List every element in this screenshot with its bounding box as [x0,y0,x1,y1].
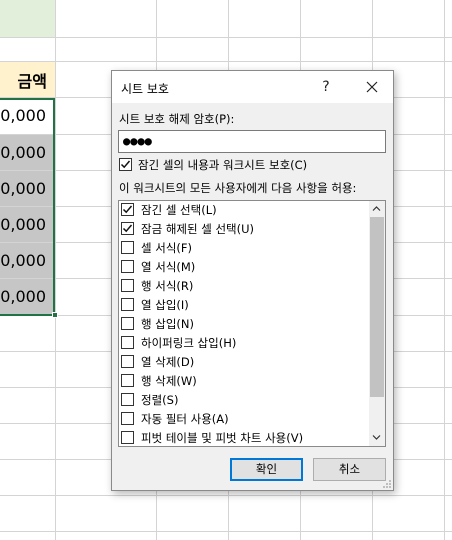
permission-label: 정렬(S) [141,393,179,407]
cancel-button[interactable]: 취소 [313,458,386,481]
scroll-up-button[interactable] [369,201,385,217]
checkmark-icon [122,224,133,233]
permissions-list[interactable]: 잠긴 셀 선택(L) 잠금 해제된 셀 선택(U) 셀 서식(F) 열 서식(M) 행 … [118,200,386,447]
dialog-titlebar[interactable]: 시트 보호 ? [112,71,393,103]
permission-checkbox[interactable] [121,336,134,349]
dialog-title: 시트 보호 [121,82,169,96]
permission-checkbox[interactable] [121,374,134,387]
password-label: 시트 보호 해제 암호(P): [119,112,235,126]
permission-item[interactable]: 열 서식(M) [119,257,369,276]
grid-line [0,37,452,38]
resize-grip-icon[interactable] [382,479,392,489]
permission-checkbox[interactable] [121,222,134,235]
permission-checkbox[interactable] [121,431,134,444]
permission-label: 열 삭제(D) [141,355,195,369]
fill-handle[interactable] [52,312,58,318]
permission-checkbox[interactable] [121,298,134,311]
close-icon [366,81,378,93]
header-cell-amount[interactable]: 금액 [0,61,55,97]
permission-label: 자동 필터 사용(A) [141,412,229,426]
permission-label: 열 서식(M) [141,260,196,274]
password-input[interactable]: ●●●● [118,130,386,153]
checkmark-icon [120,160,131,169]
permission-checkbox[interactable] [121,355,134,368]
permission-label: 행 서식(R) [141,279,194,293]
permission-item[interactable]: 피벗 테이블 및 피벗 차트 사용(V) [119,428,369,446]
permission-item[interactable]: 자동 필터 사용(A) [119,409,369,428]
protect-sheet-dialog: 시트 보호 ? 시트 보호 해제 암호(P): ●●●● 잠긴 셀의 내용과 워… [111,70,394,491]
grid-line [0,61,452,62]
grid-line [0,531,452,532]
ok-button[interactable]: 확인 [230,458,303,481]
permission-item[interactable]: 열 삭제(D) [119,352,369,371]
protect-checkbox-label[interactable]: 잠긴 셀의 내용과 워크시트 보호(C) [138,157,307,173]
permission-label: 잠긴 셀 선택(L) [141,203,217,217]
chevron-up-icon [372,206,381,211]
allow-label: 이 워크시트의 모든 사용자에게 다음 사항을 허용: [119,181,357,195]
permission-item[interactable]: 행 서식(R) [119,276,369,295]
permission-item[interactable]: 행 삽입(N) [119,314,369,333]
permission-checkbox[interactable] [121,260,134,273]
permission-item[interactable]: 하이퍼링크 삽입(H) [119,333,369,352]
permission-item[interactable]: 잠금 해제된 셀 선택(U) [119,219,369,238]
grid-line [0,495,452,496]
permission-label: 셀 서식(F) [141,241,192,255]
permission-checkbox[interactable] [121,317,134,330]
permission-checkbox[interactable] [121,279,134,292]
permission-item[interactable]: 열 삽입(I) [119,295,369,314]
permission-item[interactable]: 행 삭제(W) [119,371,369,390]
protect-checkbox[interactable] [119,158,132,171]
permission-label: 잠금 해제된 셀 선택(U) [141,222,254,236]
scroll-down-button[interactable] [369,430,385,446]
permission-label: 행 삭제(W) [141,374,197,388]
permission-item[interactable]: 잠긴 셀 선택(L) [119,201,369,219]
close-button[interactable] [355,71,389,103]
permission-item[interactable]: 정렬(S) [119,390,369,409]
permission-label: 하이퍼링크 삽입(H) [141,336,237,350]
permission-checkbox[interactable] [121,412,134,425]
permission-label: 행 삽입(N) [141,317,194,331]
permission-checkbox[interactable] [121,241,134,254]
permission-label: 열 삽입(I) [141,298,189,312]
permission-item[interactable]: 셀 서식(F) [119,238,369,257]
green-cell[interactable] [0,0,55,37]
selection-border [0,98,55,316]
permission-label: 피벗 테이블 및 피벗 차트 사용(V) [141,431,304,445]
scroll-thumb[interactable] [370,217,384,397]
help-button[interactable]: ? [311,71,341,103]
checkmark-icon [122,205,133,214]
permission-checkbox[interactable] [121,393,134,406]
header-cell-text: 금액 [17,72,47,91]
list-scrollbar[interactable] [369,201,385,446]
permission-checkbox[interactable] [121,203,134,216]
chevron-down-icon [372,435,381,440]
